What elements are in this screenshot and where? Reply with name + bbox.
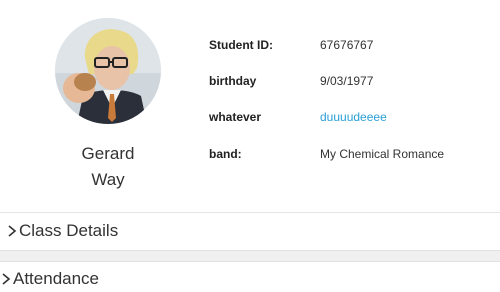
avatar-photo-icon <box>55 18 161 124</box>
student-avatar <box>55 18 161 124</box>
field-value: 9/03/1977 <box>320 74 374 88</box>
chevron-right-icon <box>6 223 18 239</box>
student-last-name: Way <box>91 170 125 189</box>
field-label: band: <box>209 147 242 161</box>
student-first-name: Gerard <box>81 144 135 163</box>
section-class-details[interactable]: Class Details <box>0 212 500 251</box>
student-profile-card: Gerard Way Student ID: 67676767 birthday… <box>0 0 500 212</box>
section-title: Attendance <box>13 269 100 288</box>
student-name: Gerard Way <box>48 141 168 193</box>
field-row-student-id: Student ID: 67676767 <box>209 35 500 55</box>
field-label: Student ID: <box>209 38 273 52</box>
field-label: birthday <box>209 74 257 88</box>
section-title: Class Details <box>19 221 119 240</box>
field-row-whatever: whatever duuuudeeee <box>209 107 500 127</box>
field-value-link[interactable]: duuuudeeee <box>320 107 387 127</box>
section-header[interactable]: Class Details <box>6 220 118 242</box>
field-value: My Chemical Romance <box>320 147 445 161</box>
section-header[interactable]: Attendance <box>0 268 99 290</box>
field-label: whatever <box>209 110 262 124</box>
field-row-birthday: birthday 9/03/1977 <box>209 71 500 91</box>
section-attendance[interactable]: Attendance <box>0 262 500 292</box>
field-row-band: band: My Chemical Romance <box>209 144 500 164</box>
section-divider <box>0 250 500 262</box>
field-value: 67676767 <box>320 38 374 52</box>
chevron-right-icon <box>0 271 12 287</box>
